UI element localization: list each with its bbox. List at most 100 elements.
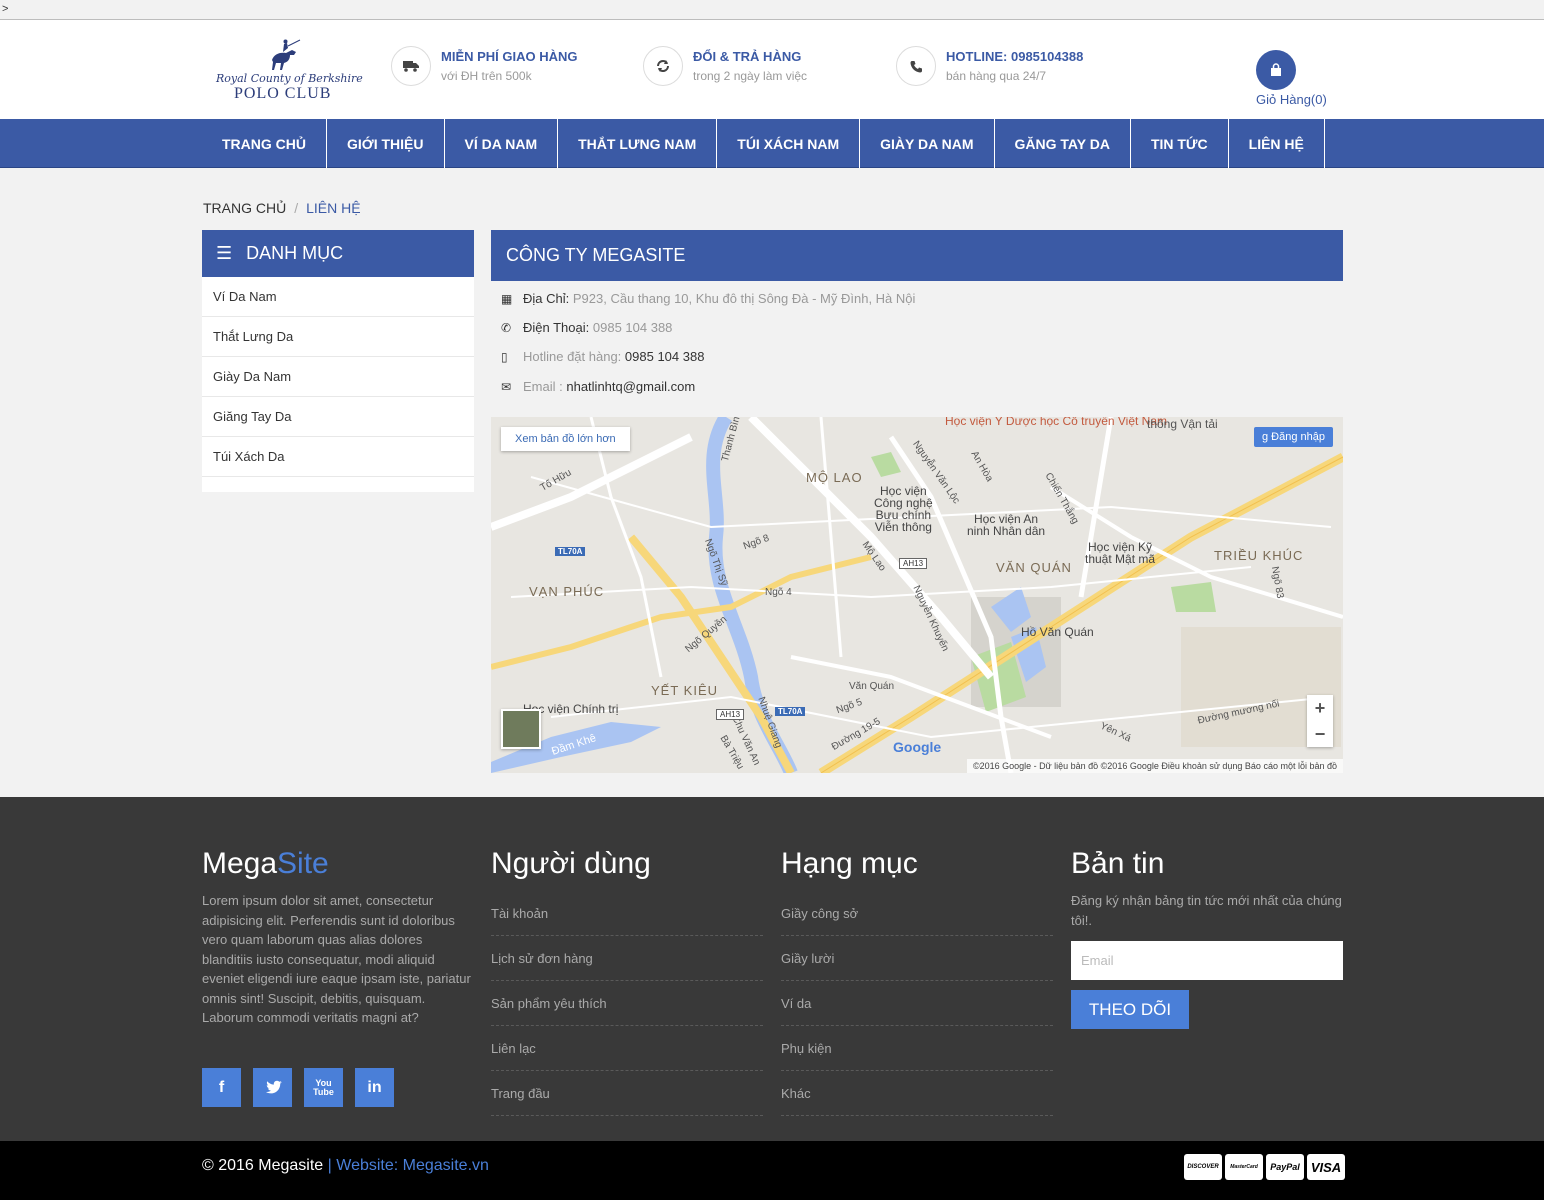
nav-item-news[interactable]: TIN TỨC <box>1131 119 1229 168</box>
footer-link-favorites[interactable]: Sản phẩm yêu thích <box>491 981 763 1026</box>
email-label: Email : <box>523 379 563 394</box>
polo-horse-icon <box>272 39 301 70</box>
email-value[interactable]: nhatlinhtq@gmail.com <box>566 379 695 394</box>
map-poi-an-ninh: Học viện An ninh Nhân dân <box>967 512 1046 538</box>
logo-script: Royal County of Berkshire <box>216 72 363 85</box>
footer-link-home[interactable]: Trang đầu <box>491 1071 763 1116</box>
website-link[interactable]: | Website: Megasite.vn <box>323 1157 489 1174</box>
map-street-van-quan: Văn Quán <box>849 681 895 692</box>
breadcrumb-home[interactable]: TRANG CHỦ <box>203 200 286 216</box>
newsletter-email-input[interactable] <box>1071 941 1343 980</box>
footer-about-text: Lorem ipsum dolor sit amet, consectetur … <box>202 893 471 1025</box>
map-district-mo-lao: MỘ LAO <box>806 470 863 485</box>
footer-newsletter-title: Bản tin <box>1071 847 1165 880</box>
footer-users: Người dùng Tài khoản Lịch sử đơn hàng Sả… <box>491 847 763 1116</box>
footer-link-loafers[interactable]: Giầy lười <box>781 936 1053 981</box>
contact-address: ▦ Địa Chỉ: P923, Cầu thang 10, Khu đô th… <box>501 291 915 306</box>
map-icon: ▦ <box>501 291 513 306</box>
contact-hotline: ▯ Hotline đặt hàng: 0985 104 388 <box>501 349 704 364</box>
footer-brand-accent: Site <box>277 847 329 880</box>
footer-link-account[interactable]: Tài khoản <box>491 891 763 936</box>
sidebar-item-wallets[interactable]: Ví Da Nam <box>202 277 474 317</box>
facebook-icon[interactable]: f <box>202 1068 241 1107</box>
discover-icon: DISCOVER <box>1184 1154 1222 1180</box>
footer-newsletter: Bản tin Đăng ký nhận bảng tin tức mới nh… <box>1071 847 1343 1029</box>
breadcrumb-current[interactable]: LIÊN HỆ <box>306 200 360 216</box>
footer-categories-title: Hạng mục <box>781 847 918 880</box>
main-nav: TRANG CHỦ GIỚI THIỆU VÍ DA NAM THẮT LƯNG… <box>0 119 1544 168</box>
phone-icon: ✆ <box>501 320 512 335</box>
footer-link-contact[interactable]: Liên lạc <box>491 1026 763 1071</box>
sidebar-item-belts[interactable]: Thắt Lưng Da <box>202 317 474 357</box>
zoom-out-button[interactable]: − <box>1307 721 1333 747</box>
footer-link-wallets[interactable]: Ví da <box>781 981 1053 1026</box>
map-street-ngo-4: Ngõ 4 <box>765 587 792 598</box>
site-header: Royal County of Berkshire POLO CLUB MIỄN… <box>0 20 1544 119</box>
nav-item-home[interactable]: TRANG CHỦ <box>202 119 327 168</box>
contact-email: ✉ Email : nhatlinhtq@gmail.com <box>501 379 695 394</box>
copyright: © 2016 Megasite | Website: Megasite.vn <box>202 1157 489 1175</box>
feature-title: ĐỔI & TRẢ HÀNG <box>693 49 802 64</box>
nav-item-wallets[interactable]: VÍ DA NAM <box>445 119 559 168</box>
nav-item-bags[interactable]: TÚI XÁCH NAM <box>717 119 861 168</box>
nav-item-gloves[interactable]: GĂNG TAY DA <box>995 119 1131 168</box>
sidebar-header: ☰ DANH MỤC <box>202 230 474 277</box>
footer-brand-main: Mega <box>202 847 278 880</box>
map-road-tag: AH13 <box>716 709 745 720</box>
linkedin-icon[interactable]: in <box>355 1068 394 1107</box>
refresh-icon <box>643 46 683 86</box>
google-map[interactable]: MỘ LAO VẠN PHÚC YẾT KIÊU VĂN QUÁN TRIỀU … <box>491 417 1343 773</box>
map-road-tag: TL70A <box>775 707 806 716</box>
view-larger-map-link[interactable]: Xem bản đồ lớn hơn <box>501 427 630 451</box>
contact-panel: CÔNG TY MEGASITE ▦ Địa Chỉ: P923, Cầu th… <box>491 230 1343 394</box>
map-poi-ho-van-quan: Hồ Văn Quán <box>1021 625 1094 639</box>
youtube-icon[interactable]: You Tube <box>304 1068 343 1107</box>
payment-methods: DISCOVER MasterCard PayPal VISA <box>1181 1154 1345 1180</box>
map-district-van-quan: VĂN QUÁN <box>996 560 1072 575</box>
nav-item-contact[interactable]: LIÊN HỆ <box>1229 119 1325 168</box>
address-label: Địa Chỉ: <box>523 291 570 306</box>
contact-title: CÔNG TY MEGASITE <box>491 230 1343 281</box>
copyright-text: © 2016 Megasite <box>202 1157 324 1174</box>
map-road-tag: TL70A <box>555 547 586 556</box>
hotline-label: Hotline đặt hàng: <box>523 349 622 364</box>
feature-subtitle: với ĐH trên 500k <box>441 69 532 83</box>
footer-link-office-shoes[interactable]: Giầy công sở <box>781 891 1053 936</box>
subscribe-button[interactable]: THEO DÕI <box>1071 990 1189 1029</box>
truck-icon <box>391 46 431 86</box>
nav-item-shoes[interactable]: GIÀY DA NAM <box>860 119 995 168</box>
zoom-controls: + − <box>1307 695 1333 747</box>
phone-value: 0985 104 388 <box>592 320 673 335</box>
phone-label: Điện Thoại: <box>523 320 590 335</box>
footer-users-title: Người dùng <box>491 847 651 880</box>
map-district-yet-kieu: YẾT KIÊU <box>651 683 719 698</box>
zoom-in-button[interactable]: + <box>1307 695 1333 721</box>
footer-about: MegaSite Lorem ipsum dolor sit amet, con… <box>202 847 472 1107</box>
footer-link-order-history[interactable]: Lịch sử đơn hàng <box>491 936 763 981</box>
map-credits[interactable]: ©2016 Google - Dữ liệu bản đồ ©2016 Goog… <box>966 759 1343 773</box>
map-sign-in-button[interactable]: g Đăng nhập <box>1253 427 1333 447</box>
mobile-icon: ▯ <box>501 349 508 364</box>
feature-title: HOTLINE: 0985104388 <box>946 49 1084 64</box>
sidebar-item-gloves[interactable]: Giăng Tay Da <box>202 397 474 437</box>
paypal-icon: PayPal <box>1266 1154 1304 1180</box>
footer-newsletter-text: Đăng ký nhận bảng tin tức mới nhất của c… <box>1071 893 1342 928</box>
nav-item-belts[interactable]: THẮT LƯNG NAM <box>558 119 718 168</box>
site-logo[interactable]: Royal County of Berkshire POLO CLUB <box>212 38 363 108</box>
visa-icon: VISA <box>1307 1154 1345 1180</box>
google-plus-icon: g <box>1261 431 1269 443</box>
sidebar-item-bags[interactable]: Túi Xách Da <box>202 437 474 477</box>
satellite-toggle[interactable] <box>501 709 541 749</box>
map-district-trieu-khuc: TRIỀU KHÚC <box>1214 548 1304 563</box>
address-value: P923, Cầu thang 10, Khu đô thị Sông Đà -… <box>572 291 916 306</box>
sidebar-item-shoes[interactable]: Giày Da Nam <box>202 357 474 397</box>
map-road-tag: AH13 <box>899 558 928 569</box>
contact-phone: ✆ Điện Thoại: 0985 104 388 <box>501 320 672 335</box>
footer-link-other[interactable]: Khác <box>781 1071 1053 1116</box>
footer-link-accessories[interactable]: Phụ kiện <box>781 1026 1053 1071</box>
hotline-value: 0985 104 388 <box>624 349 705 364</box>
envelope-icon: ✉ <box>501 379 512 394</box>
phone-icon <box>896 46 936 86</box>
nav-item-about[interactable]: GIỚI THIỆU <box>327 119 445 168</box>
twitter-icon[interactable] <box>253 1068 292 1107</box>
